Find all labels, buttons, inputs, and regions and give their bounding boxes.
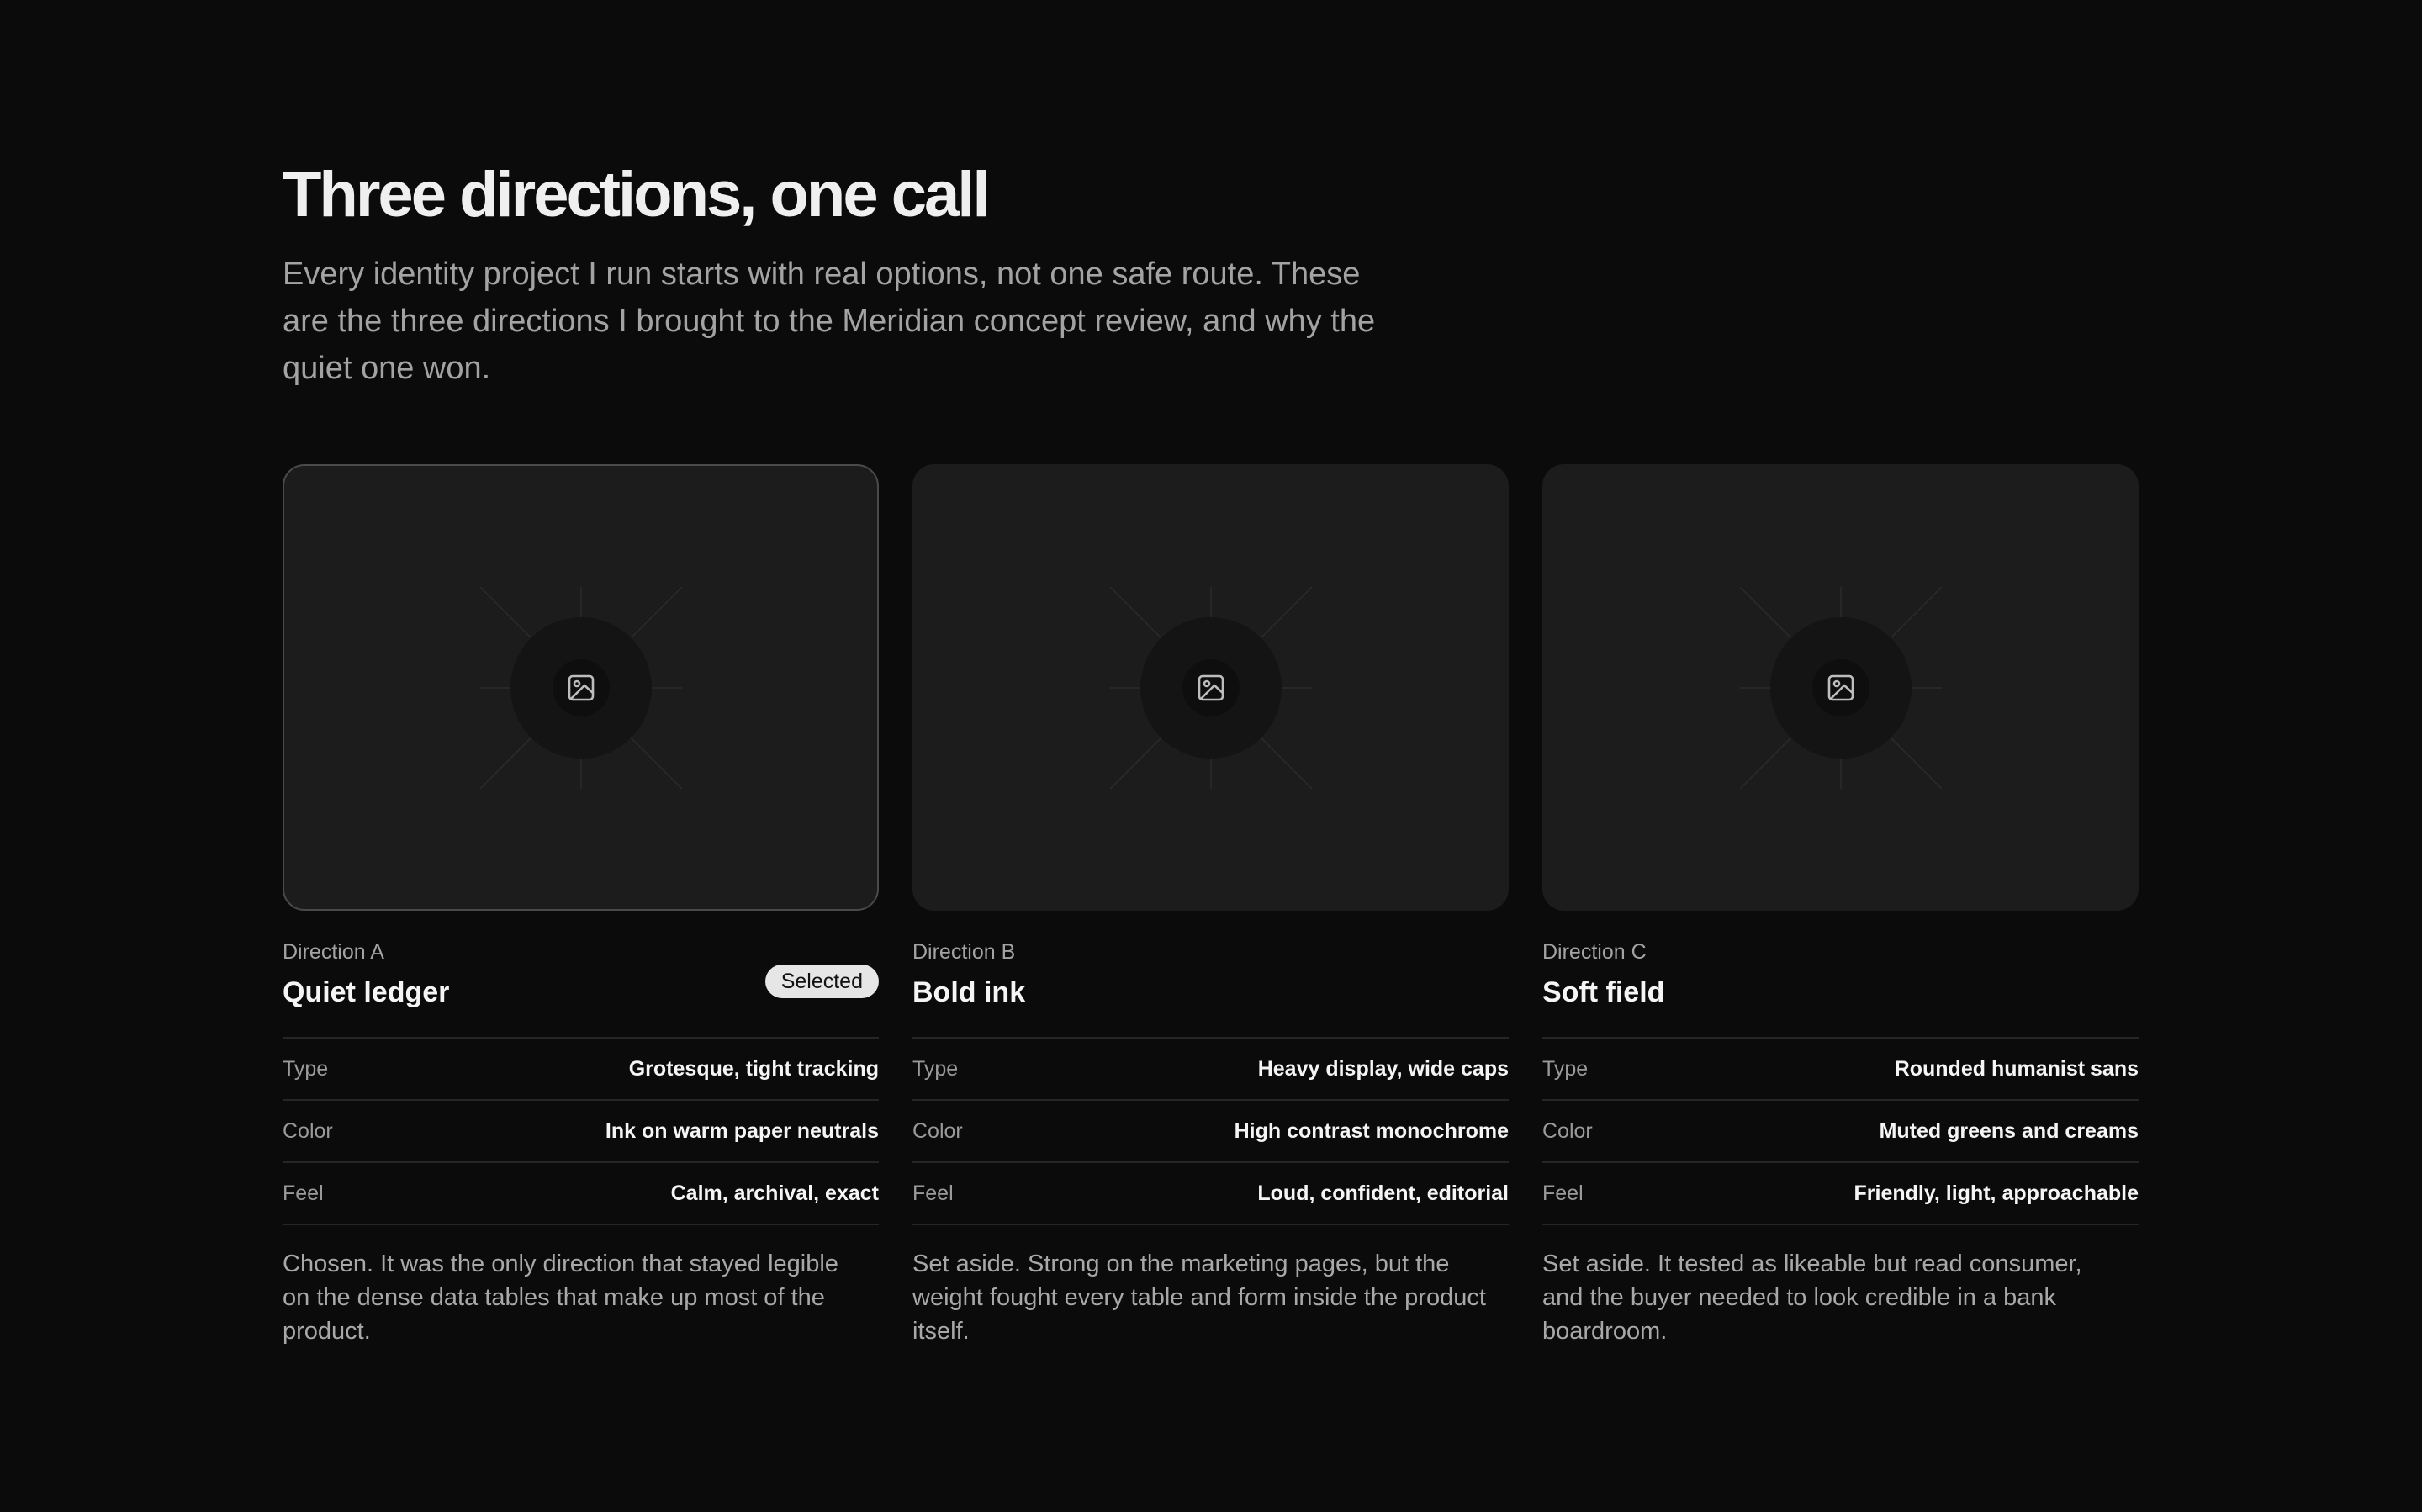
- direction-meta: Direction B Bold ink: [912, 939, 1509, 1017]
- attribute-value: High contrast monochrome: [1234, 1118, 1509, 1143]
- direction-meta: Direction C Soft field: [1542, 939, 2139, 1017]
- direction-name: Bold ink: [912, 976, 1026, 1008]
- attribute-key: Color: [283, 1118, 333, 1143]
- attribute-value: Muted greens and creams: [1879, 1118, 2139, 1143]
- attribute-value: Rounded humanist sans: [1894, 1056, 2139, 1081]
- attribute-value: Ink on warm paper neutrals: [605, 1118, 879, 1143]
- direction-name: Soft field: [1542, 976, 1665, 1008]
- attribute-value: Friendly, light, approachable: [1854, 1181, 2139, 1205]
- attribute-row-feel: Feel Loud, confident, editorial: [912, 1163, 1509, 1225]
- attribute-row-color: Color High contrast monochrome: [912, 1101, 1509, 1163]
- attribute-row-feel: Feel Calm, archival, exact: [283, 1163, 879, 1225]
- selected-badge: Selected: [764, 965, 879, 998]
- direction-card-b[interactable]: Direction B Bold ink Type Heavy display,…: [912, 464, 1509, 1372]
- direction-label: Direction B: [912, 940, 1016, 964]
- attribute-value: Loud, confident, editorial: [1257, 1181, 1509, 1205]
- direction-preview-image[interactable]: [912, 464, 1509, 911]
- attribute-key: Type: [283, 1056, 329, 1081]
- attribute-key: Type: [1542, 1056, 1589, 1081]
- image-placeholder-graphic: [1109, 586, 1312, 789]
- attribute-list: Type Heavy display, wide caps Color High…: [912, 1037, 1509, 1225]
- direction-card-c[interactable]: Direction C Soft field Type Rounded huma…: [1542, 464, 2139, 1372]
- image-placeholder-graphic: [1739, 586, 1942, 789]
- attribute-key: Feel: [283, 1181, 324, 1205]
- direction-card-a[interactable]: Direction A Quiet ledger Selected Type G…: [283, 464, 879, 1372]
- section-intro: Every identity project I run starts with…: [283, 256, 1376, 386]
- attribute-key: Feel: [1542, 1181, 1584, 1205]
- image-placeholder-graphic: [479, 586, 682, 789]
- direction-note: Chosen. It was the only direction that s…: [283, 1250, 838, 1345]
- attribute-key: Feel: [912, 1181, 954, 1205]
- page: Three directions, one call Every identit…: [0, 0, 2422, 1512]
- attribute-row-feel: Feel Friendly, light, approachable: [1542, 1163, 2139, 1225]
- attribute-list: Type Grotesque, tight tracking Color Ink…: [283, 1037, 879, 1225]
- attribute-key: Color: [1542, 1118, 1593, 1143]
- direction-meta: Direction A Quiet ledger Selected: [283, 939, 879, 1017]
- direction-preview-image[interactable]: [1542, 464, 2139, 911]
- attribute-key: Type: [912, 1056, 959, 1081]
- direction-label: Direction A: [283, 940, 384, 964]
- attribute-row-type: Type Rounded humanist sans: [1542, 1039, 2139, 1101]
- direction-note: Set aside. It tested as likeable but rea…: [1542, 1250, 2082, 1345]
- attribute-row-type: Type Heavy display, wide caps: [912, 1039, 1509, 1101]
- attribute-row-type: Type Grotesque, tight tracking: [283, 1039, 879, 1101]
- section-title: Three directions, one call: [283, 159, 991, 230]
- attribute-row-color: Color Ink on warm paper neutrals: [283, 1101, 879, 1163]
- section-header: Three directions, one call Every identit…: [283, 156, 1443, 392]
- attribute-list: Type Rounded humanist sans Color Muted g…: [1542, 1037, 2139, 1225]
- direction-note: Set aside. Strong on the marketing pages…: [912, 1250, 1486, 1345]
- direction-label: Direction C: [1542, 940, 1647, 964]
- directions-grid: Direction A Quiet ledger Selected Type G…: [283, 464, 2139, 1372]
- attribute-value: Calm, archival, exact: [670, 1181, 879, 1205]
- attribute-value: Grotesque, tight tracking: [628, 1056, 879, 1081]
- attribute-value: Heavy display, wide caps: [1257, 1056, 1509, 1081]
- attribute-key: Color: [912, 1118, 963, 1143]
- direction-preview-image[interactable]: [283, 464, 879, 911]
- attribute-row-color: Color Muted greens and creams: [1542, 1101, 2139, 1163]
